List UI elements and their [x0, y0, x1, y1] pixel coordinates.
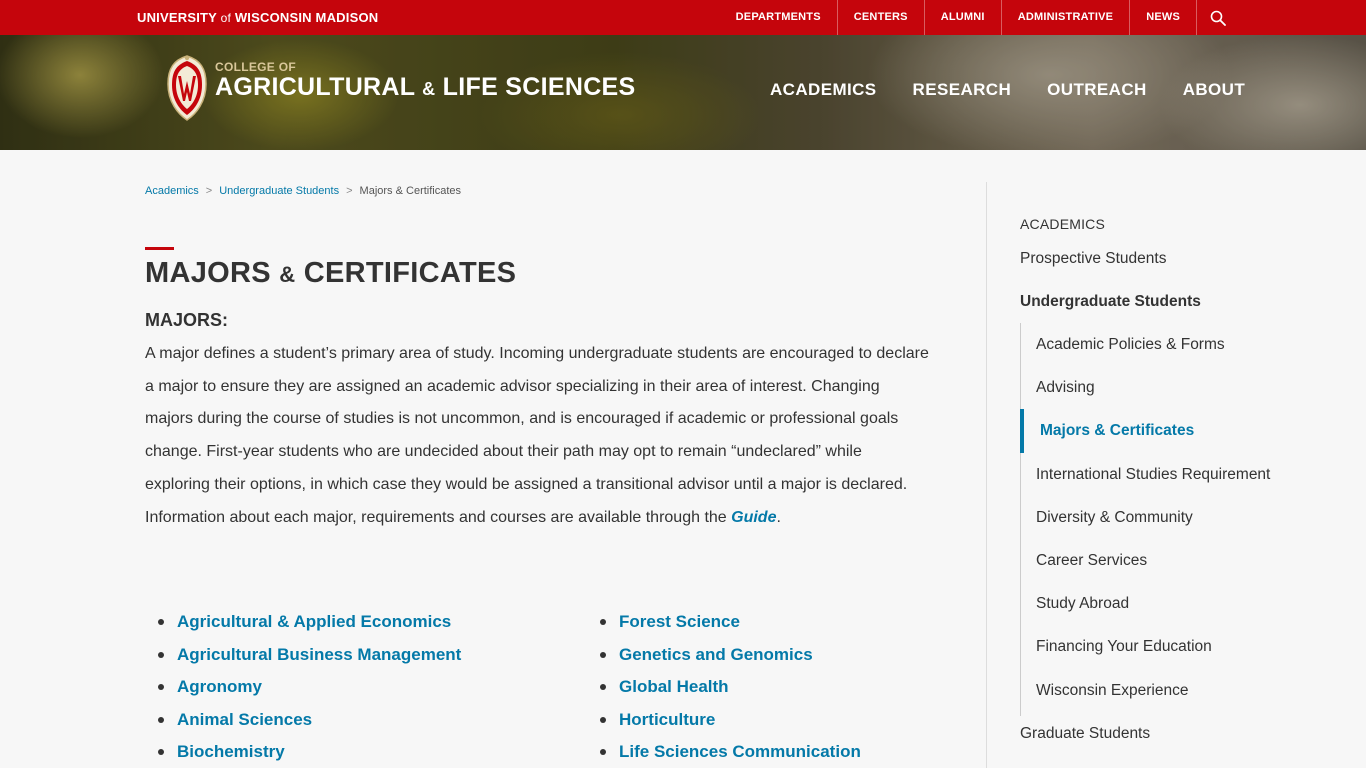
util-link-alumni[interactable]: ALUMNI: [923, 0, 1001, 35]
major-link[interactable]: Biochemistry: [177, 742, 285, 762]
sidebar-item-graduate-students[interactable]: Graduate Students: [1020, 725, 1150, 743]
intro-end: .: [776, 508, 781, 526]
list-item: Life Sciences Communication: [600, 736, 861, 768]
guide-link[interactable]: Guide: [731, 509, 776, 526]
bullet-icon: [600, 651, 606, 658]
majors-list-column-1: Agricultural & Applied Economics Agricul…: [158, 606, 461, 768]
major-link[interactable]: Forest Science: [619, 612, 740, 632]
chevron-right-icon: >: [346, 185, 353, 197]
sidebar-item-career-services[interactable]: Career Services: [1036, 552, 1147, 570]
bullet-icon: [600, 619, 606, 626]
sidebar-item-prospective-students[interactable]: Prospective Students: [1020, 250, 1166, 268]
page-title-part2: CERTIFICATES: [295, 257, 517, 289]
breadcrumb-academics[interactable]: Academics: [145, 185, 199, 197]
sidebar-item-financing-education[interactable]: Financing Your Education: [1036, 638, 1212, 656]
page-title-part1: MAJORS: [145, 257, 280, 289]
search-icon: [1210, 10, 1226, 26]
major-link[interactable]: Agricultural & Applied Economics: [177, 612, 451, 632]
nav-research[interactable]: RESEARCH: [913, 80, 1012, 100]
uw-crest-icon: [167, 55, 207, 121]
page-title-amp: &: [279, 262, 296, 287]
bullet-icon: [158, 619, 164, 626]
uw-title-part2: WISCONSIN MADISON: [231, 10, 379, 25]
bullet-icon: [600, 716, 606, 723]
top-utility-bar: UNIVERSITY of WISCONSIN MADISON DEPARTME…: [0, 0, 1366, 35]
sidebar-item-diversity-community[interactable]: Diversity & Community: [1036, 509, 1193, 527]
breadcrumb-current: Majors & Certificates: [359, 185, 462, 197]
list-item: Global Health: [600, 671, 861, 704]
sidebar-item-international-studies[interactable]: International Studies Requirement: [1036, 466, 1270, 484]
bullet-icon: [158, 716, 164, 723]
util-link-departments[interactable]: DEPARTMENTS: [720, 0, 837, 35]
sidebar-item-advising[interactable]: Advising: [1036, 379, 1095, 397]
title-accent-bar: [145, 247, 174, 250]
bullet-icon: [158, 651, 164, 658]
nav-academics[interactable]: ACADEMICS: [770, 80, 877, 100]
major-link[interactable]: Animal Sciences: [177, 710, 312, 730]
list-item: Agronomy: [158, 671, 461, 704]
majors-heading: MAJORS:: [145, 310, 229, 330]
sidebar-item-wisconsin-experience[interactable]: Wisconsin Experience: [1036, 682, 1188, 700]
bullet-icon: [600, 749, 606, 756]
college-name-part2: LIFE SCIENCES: [435, 73, 636, 101]
uw-madison-link[interactable]: UNIVERSITY of WISCONSIN MADISON: [137, 0, 378, 35]
list-item: Horticulture: [600, 704, 861, 737]
uw-title-of: of: [220, 11, 232, 25]
breadcrumb: Academics > Undergraduate Students > Maj…: [145, 185, 461, 197]
bullet-icon: [158, 749, 164, 756]
nav-outreach[interactable]: OUTREACH: [1047, 80, 1147, 100]
uw-title-part1: UNIVERSITY: [137, 10, 221, 25]
sidebar-item-majors-certificates[interactable]: Majors & Certificates: [1040, 422, 1194, 440]
utility-nav: DEPARTMENTS CENTERS ALUMNI ADMINISTRATIV…: [720, 0, 1366, 35]
intro-paragraph: A major defines a student’s primary area…: [145, 338, 930, 534]
major-link[interactable]: Genetics and Genomics: [619, 645, 813, 665]
util-link-administrative[interactable]: ADMINISTRATIVE: [1000, 0, 1129, 35]
active-indicator: [1020, 409, 1024, 453]
major-link[interactable]: Life Sciences Communication: [619, 742, 861, 762]
major-link[interactable]: Global Health: [619, 677, 729, 697]
section-sidebar: ACADEMICS Prospective Students Undergrad…: [986, 182, 1366, 768]
sidebar-item-undergraduate-students[interactable]: Undergraduate Students: [1020, 293, 1201, 311]
util-link-news[interactable]: NEWS: [1129, 0, 1196, 35]
nav-about[interactable]: ABOUT: [1183, 80, 1245, 100]
chevron-right-icon: >: [205, 185, 213, 197]
list-item: Agricultural Business Management: [158, 639, 461, 672]
college-name-part1: AGRICULTURAL: [215, 73, 423, 101]
major-link[interactable]: Agricultural Business Management: [177, 645, 461, 665]
list-item: Animal Sciences: [158, 704, 461, 737]
college-name-amp: &: [422, 79, 436, 99]
main-nav: ACADEMICS RESEARCH OUTREACH ABOUT: [770, 80, 1281, 100]
site-banner: COLLEGE OF AGRICULTURAL & LIFE SCIENCES …: [0, 35, 1366, 150]
bullet-icon: [600, 684, 606, 691]
bullet-icon: [158, 684, 164, 691]
list-item: Forest Science: [600, 606, 861, 639]
list-item: Genetics and Genomics: [600, 639, 861, 672]
list-item: Biochemistry: [158, 736, 461, 768]
college-name: AGRICULTURAL & LIFE SCIENCES: [215, 73, 636, 102]
majors-list-column-2: Forest Science Genetics and Genomics Glo…: [600, 606, 861, 768]
major-link[interactable]: Horticulture: [619, 710, 715, 730]
sidebar-item-academic-policies[interactable]: Academic Policies & Forms: [1036, 336, 1225, 354]
major-link[interactable]: Agronomy: [177, 677, 262, 697]
college-of-label: COLLEGE OF: [215, 60, 296, 74]
sidebar-section-title: ACADEMICS: [1020, 216, 1106, 232]
search-button[interactable]: [1196, 0, 1238, 35]
intro-text: A major defines a student’s primary area…: [145, 345, 929, 526]
list-item: Agricultural & Applied Economics: [158, 606, 461, 639]
page-title: MAJORS & CERTIFICATES: [145, 257, 516, 290]
util-link-centers[interactable]: CENTERS: [836, 0, 924, 35]
sidebar-submenu: Academic Policies & Forms Advising Major…: [1020, 323, 1320, 716]
sidebar-item-study-abroad[interactable]: Study Abroad: [1036, 595, 1129, 613]
breadcrumb-undergraduate-students[interactable]: Undergraduate Students: [219, 185, 339, 197]
